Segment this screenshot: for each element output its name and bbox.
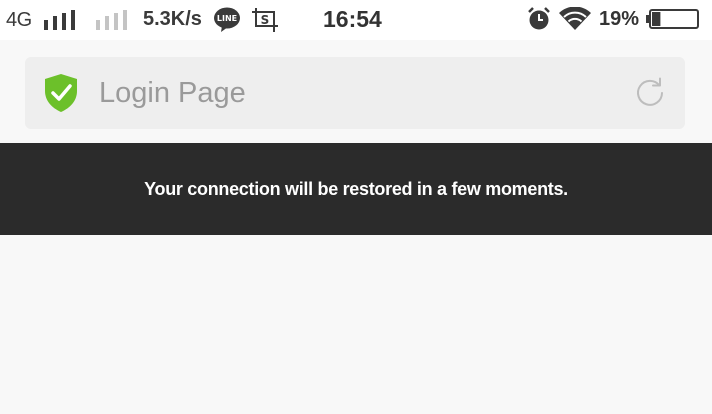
page-title: Login Page [99,77,246,109]
page-content-area [0,235,712,414]
signal-bars-icon [44,10,75,30]
line-app-badge-text: LINE [217,14,237,23]
alarm-icon [528,7,550,30]
signal-bars-weak-icon [96,10,127,30]
screenshot-badge-text: S [261,13,270,27]
battery-level-fill [652,12,661,26]
network-type: 4G [6,9,32,31]
status-bar: 4G 5.3K/s LINE S 16:54 19% [0,0,712,40]
shield-check-icon [45,74,77,112]
wifi-icon [559,7,591,30]
status-time: 16:54 [323,6,382,32]
battery-icon [646,9,699,29]
address-bar[interactable]: Login Page [25,57,685,129]
battery-percentage: 19% [599,8,640,30]
screenshot-icon: S [252,8,278,32]
reload-icon[interactable] [633,76,667,110]
connection-banner: Your connection will be restored in a fe… [0,143,712,235]
banner-message: Your connection will be restored in a fe… [144,178,568,199]
network-speed: 5.3K/s [143,8,202,30]
line-app-icon: LINE [214,7,240,32]
